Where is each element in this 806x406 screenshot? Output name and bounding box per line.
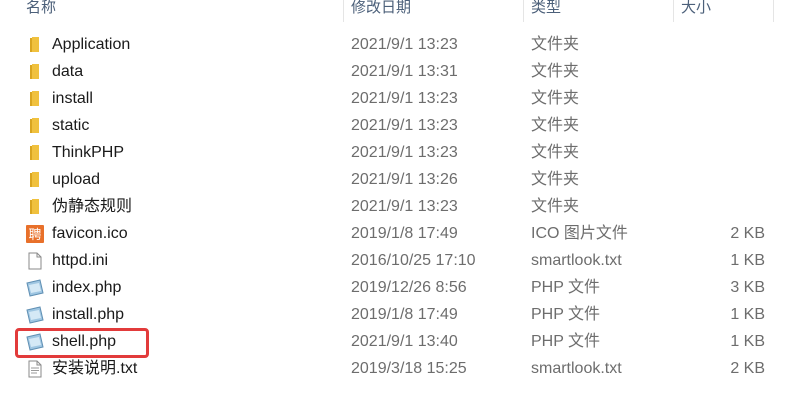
- file-row[interactable]: index.php 2019/12/26 8:56 PHP 文件 3 KB: [0, 274, 780, 301]
- file-row[interactable]: ThinkPHP 2021/9/1 13:23 文件夹: [0, 139, 780, 166]
- file-size: [675, 166, 765, 193]
- file-type: 文件夹: [531, 90, 580, 107]
- text-file-icon: [26, 360, 44, 378]
- folder-icon: [26, 36, 44, 54]
- file-modified-date: 2019/12/26 8:56: [351, 279, 467, 296]
- php-file-icon: [26, 279, 44, 297]
- column-divider[interactable]: [523, 0, 524, 22]
- file-name: ThinkPHP: [52, 144, 125, 161]
- file-size: [675, 31, 765, 58]
- file-size: [675, 85, 765, 112]
- file-name: install: [52, 90, 93, 107]
- file-type: 文件夹: [531, 117, 580, 134]
- folder-icon: [26, 90, 44, 108]
- file-modified-date: 2021/9/1 13:26: [351, 171, 458, 188]
- file-type: 文件夹: [531, 198, 580, 215]
- column-header-bar: 名称 修改日期 类型 大小: [0, 0, 806, 23]
- file-type: PHP 文件: [531, 333, 601, 350]
- highlight-annotation-box: [15, 328, 149, 358]
- file-name: upload: [52, 171, 101, 188]
- file-row[interactable]: httpd.ini 2016/10/25 17:10 smartlook.txt 1 …: [0, 247, 780, 274]
- file-type: 文件夹: [531, 36, 580, 53]
- file-type: 文件夹: [531, 63, 580, 80]
- column-divider[interactable]: [773, 0, 774, 22]
- file-row[interactable]: install 2021/9/1 13:23 文件夹: [0, 85, 780, 112]
- column-header-type[interactable]: 类型: [531, 0, 561, 22]
- column-header-name[interactable]: 名称: [26, 0, 56, 22]
- folder-icon: [26, 117, 44, 135]
- folder-icon: [26, 63, 44, 81]
- file-name: index.php: [52, 279, 122, 296]
- file-size: 1 KB: [730, 252, 765, 269]
- column-header-modified[interactable]: 修改日期: [351, 0, 411, 22]
- file-size: 2 KB: [730, 225, 765, 242]
- file-type: 文件夹: [531, 171, 580, 188]
- file-size: 2 KB: [730, 360, 765, 377]
- file-row[interactable]: Application 2021/9/1 13:23 文件夹: [0, 31, 780, 58]
- file-type: ICO 图片文件: [531, 225, 628, 242]
- file-size: [675, 112, 765, 139]
- file-name: static: [52, 117, 90, 134]
- file-type: PHP 文件: [531, 306, 601, 323]
- file-size: 1 KB: [730, 306, 765, 323]
- file-modified-date: 2019/1/8 17:49: [351, 225, 458, 242]
- file-size: 3 KB: [730, 279, 765, 296]
- file-modified-date: 2021/9/1 13:23: [351, 36, 458, 53]
- folder-icon: [26, 171, 44, 189]
- file-size: [675, 58, 765, 85]
- file-row[interactable]: 伪静态规则 2021/9/1 13:23 文件夹: [0, 193, 780, 220]
- file-name: install.php: [52, 306, 125, 323]
- ini-file-icon: [26, 252, 44, 270]
- file-name: Application: [52, 36, 131, 53]
- file-modified-date: 2021/9/1 13:31: [351, 63, 458, 80]
- folder-icon: [26, 144, 44, 162]
- file-row[interactable]: data 2021/9/1 13:31 文件夹: [0, 58, 780, 85]
- file-row[interactable]: static 2021/9/1 13:23 文件夹: [0, 112, 780, 139]
- file-type: PHP 文件: [531, 279, 601, 296]
- file-row[interactable]: install.php 2019/1/8 17:49 PHP 文件 1 KB: [0, 301, 780, 328]
- folder-icon: [26, 198, 44, 216]
- file-size: [675, 139, 765, 166]
- file-type: 文件夹: [531, 144, 580, 161]
- file-size: [675, 193, 765, 220]
- ico-image-icon: 聘: [26, 225, 44, 243]
- file-row[interactable]: upload 2021/9/1 13:26 文件夹: [0, 166, 780, 193]
- file-row[interactable]: 聘 favicon.ico 2019/1/8 17:49 ICO 图片文件 2 KB: [0, 220, 780, 247]
- file-name: httpd.ini: [52, 252, 109, 269]
- file-name: data: [52, 63, 84, 80]
- file-name: 伪静态规则: [52, 198, 133, 215]
- column-header-size[interactable]: 大小: [681, 0, 711, 22]
- file-modified-date: 2021/9/1 13:23: [351, 144, 458, 161]
- file-modified-date: 2021/9/1 13:23: [351, 198, 458, 215]
- file-modified-date: 2019/3/18 15:25: [351, 360, 467, 377]
- column-divider[interactable]: [343, 0, 344, 22]
- file-type: smartlook.txt: [531, 360, 622, 377]
- file-modified-date: 2021/9/1 13:23: [351, 90, 458, 107]
- file-modified-date: 2019/1/8 17:49: [351, 306, 458, 323]
- file-modified-date: 2016/10/25 17:10: [351, 252, 476, 269]
- file-row[interactable]: 安装说明.txt 2019/3/18 15:25 smartlook.txt 2 KB: [0, 355, 780, 382]
- file-modified-date: 2021/9/1 13:23: [351, 117, 458, 134]
- file-size: 1 KB: [730, 333, 765, 350]
- svg-text:聘: 聘: [28, 228, 41, 243]
- file-type: smartlook.txt: [531, 252, 622, 269]
- file-name: favicon.ico: [52, 225, 128, 242]
- file-modified-date: 2021/9/1 13:40: [351, 333, 458, 350]
- file-name: 安装说明.txt: [52, 360, 138, 377]
- php-file-icon: [26, 306, 44, 324]
- column-divider[interactable]: [673, 0, 674, 22]
